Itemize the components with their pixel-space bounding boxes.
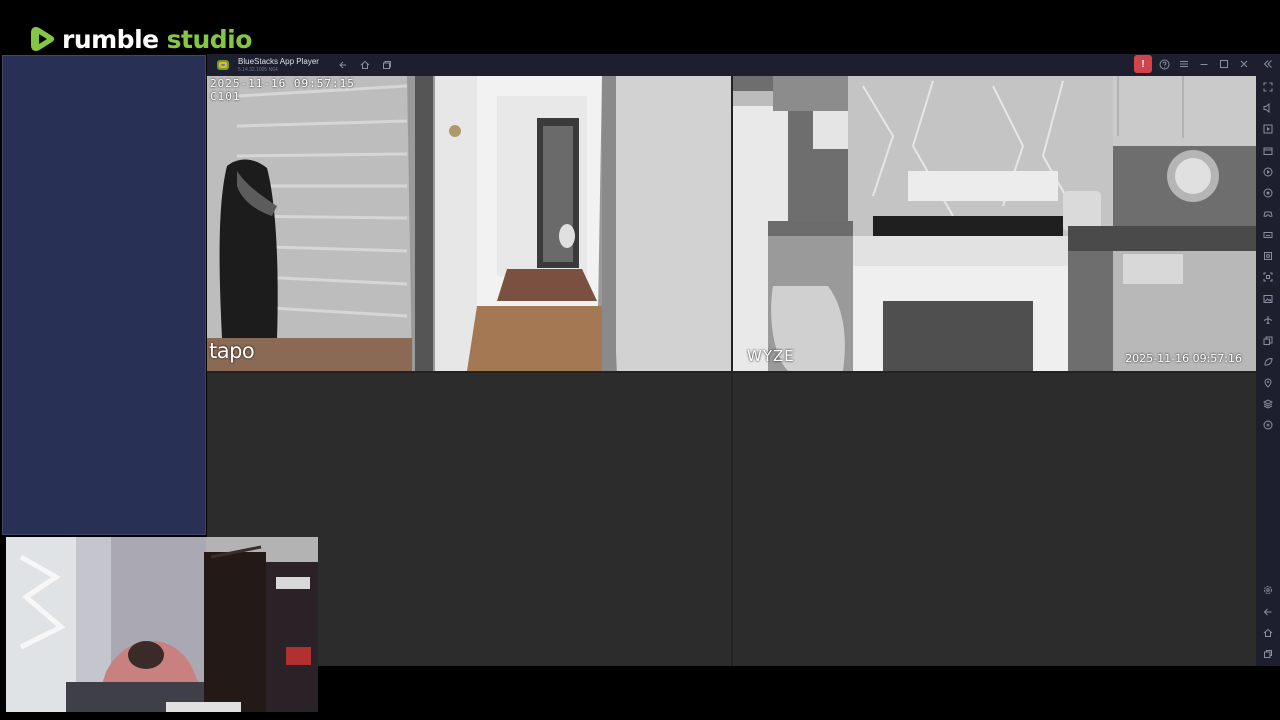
camera-feed-kitchen[interactable]: WYZE 2025-11-16 09:57:16 (733, 76, 1256, 371)
title-bar: BlueStacks App Player 5.14.32.1005 N64 ! (207, 54, 1280, 76)
camera-grid: 2025-11-16 09:57:15 C101 tapo WYZE 2025-… (207, 76, 1256, 666)
camera-id: C101 (210, 90, 241, 103)
home-icon[interactable] (1261, 626, 1275, 640)
record-icon[interactable] (1261, 165, 1275, 179)
close-icon[interactable] (1236, 56, 1252, 72)
keyboard-icon[interactable] (1261, 228, 1275, 242)
rotate-icon[interactable] (1261, 186, 1275, 200)
media-icon[interactable] (1261, 122, 1275, 136)
layers-icon[interactable] (1261, 397, 1275, 411)
brand-word-rumble: rumble (62, 24, 159, 54)
camera-feed-hallway[interactable]: 2025-11-16 09:57:15 C101 tapo (207, 76, 731, 371)
back-icon[interactable] (1261, 605, 1275, 619)
sync-icon[interactable] (1261, 418, 1275, 432)
maximize-icon[interactable] (1216, 56, 1232, 72)
alert-icon[interactable]: ! (1134, 55, 1152, 73)
bluestacks-sidebar (1256, 54, 1280, 666)
wyze-watermark: WYZE (747, 347, 795, 365)
recent-apps-icon[interactable] (1261, 647, 1275, 661)
app-title: BlueStacks App Player (238, 56, 319, 66)
capture-icon[interactable] (1261, 249, 1275, 263)
app-version: 5.14.32.1005 N64 (238, 66, 278, 73)
gamepad-icon[interactable] (1261, 207, 1275, 221)
back-icon[interactable] (335, 57, 351, 73)
screenshot-icon[interactable] (1261, 144, 1275, 158)
airplane-icon[interactable] (1261, 313, 1275, 327)
eco-icon[interactable] (1261, 355, 1275, 369)
fullscreen-icon[interactable] (1261, 80, 1275, 94)
bluestacks-logo-icon (217, 60, 229, 70)
multi-instance-icon[interactable] (379, 57, 395, 73)
gallery-icon[interactable] (1261, 292, 1275, 306)
bluestacks-window: BlueStacks App Player 5.14.32.1005 N64 ! (207, 54, 1280, 666)
home-icon[interactable] (357, 57, 373, 73)
menu-icon[interactable] (1176, 56, 1192, 72)
help-icon[interactable] (1156, 56, 1172, 72)
side-panel (2, 55, 206, 535)
multi-instance-icon[interactable] (1261, 334, 1275, 348)
volume-icon[interactable] (1261, 101, 1275, 115)
rumble-play-icon (31, 27, 55, 51)
collapse-sidebar-icon[interactable] (1261, 57, 1275, 71)
webcam-overlay (6, 537, 318, 712)
resize-icon[interactable] (1261, 270, 1275, 284)
window-title: BlueStacks App Player 5.14.32.1005 N64 (238, 56, 319, 73)
tapo-watermark: tapo (209, 339, 255, 363)
settings-icon[interactable] (1261, 583, 1275, 597)
minimize-icon[interactable] (1196, 56, 1212, 72)
camera-timestamp: 2025-11-16 09:57:15 (210, 77, 355, 90)
brand-word-studio: studio (166, 24, 253, 54)
alert-glyph: ! (1141, 58, 1145, 70)
camera-timestamp: 2025-11-16 09:57:16 (1125, 352, 1242, 365)
location-icon[interactable] (1261, 376, 1275, 390)
rumble-studio-logo: rumble studio (30, 24, 252, 54)
grid-divider-horizontal (207, 371, 1256, 373)
